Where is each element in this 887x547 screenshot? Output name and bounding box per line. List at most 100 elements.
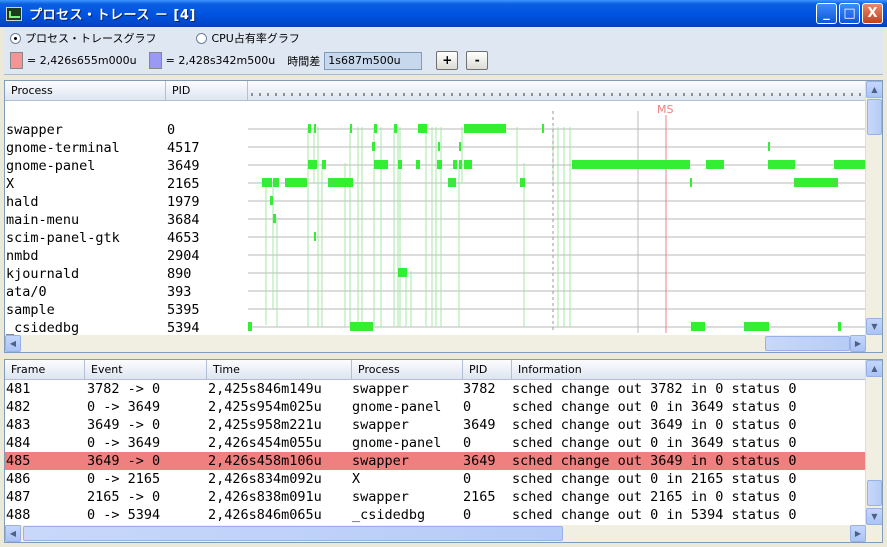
cell-pid: 0 (463, 471, 472, 487)
table-row[interactable]: 482 0 -> 3649 2,425s954m025u gnome-panel 0 sc… (5, 398, 866, 416)
event-horizontal-scrollbar[interactable]: ◀ ▶ (5, 525, 882, 542)
process-row[interactable]: swapper 0 (5, 121, 248, 139)
active-bar (437, 160, 442, 169)
col-header-process-name[interactable]: Process (352, 360, 463, 380)
scroll-down-icon[interactable]: ▼ (866, 508, 882, 525)
col-header-process[interactable]: Process (5, 81, 166, 101)
active-bar (768, 142, 770, 151)
active-bar (416, 160, 420, 169)
table-row[interactable]: 487 2165 -> 0 2,426s838m091u swapper 2165 sch… (5, 488, 866, 506)
zoom-out-button[interactable]: - (466, 51, 489, 70)
active-bar (464, 124, 504, 133)
close-button[interactable]: X (862, 3, 883, 24)
cursor2-time: = 2,428s342m500u (165, 54, 276, 67)
time-diff-label: 時間差 (287, 54, 321, 68)
cell-info: sched change out 0 in 3649 status 0 (512, 399, 797, 415)
cell-event: 2165 -> 0 (87, 489, 161, 505)
table-row[interactable]: 485 3649 -> 0 2,426s458m106u swapper 3649 sch… (5, 452, 866, 470)
cell-frame: 482 (6, 399, 31, 415)
active-bar (520, 178, 525, 187)
cell-event: 3649 -> 0 (87, 453, 161, 469)
cursor-marker-label: MS (657, 103, 673, 116)
active-bar (398, 268, 407, 277)
process-name: gnome-terminal (6, 140, 120, 156)
process-row[interactable]: main-menu 3684 (5, 211, 248, 229)
process-row[interactable]: kjournald 890 (5, 265, 248, 283)
col-header-time[interactable]: Time (207, 360, 352, 380)
table-row[interactable]: 481 3782 -> 0 2,425s846m149u swapper 3782 sch… (5, 380, 866, 398)
timeline-ruler[interactable] (248, 81, 865, 101)
col-header-frame[interactable]: Frame (5, 360, 85, 380)
col-header-pid[interactable]: PID (166, 81, 248, 101)
trace-timeline[interactable]: MS (248, 101, 865, 333)
trace-hscroll-thumb[interactable] (765, 336, 850, 351)
active-bar (794, 178, 838, 187)
cell-frame: 481 (6, 381, 31, 397)
active-bar (314, 124, 316, 133)
trace-vscroll-thumb[interactable] (867, 99, 882, 135)
scroll-right-icon[interactable]: ▶ (850, 525, 866, 542)
active-bar (768, 160, 795, 169)
process-row[interactable]: hald 1979 (5, 193, 248, 211)
cell-time: 2,426s834m092u (208, 471, 322, 487)
event-hscroll-thumb[interactable] (23, 526, 563, 541)
process-pid: 3684 (167, 212, 200, 228)
cell-process: gnome-panel (352, 399, 442, 415)
process-name: hald (6, 194, 39, 210)
process-row[interactable]: gnome-terminal 4517 (5, 139, 248, 157)
event-vertical-scrollbar[interactable]: ▲ ▼ (865, 360, 882, 525)
event-table: Frame Event Time Process PID Information… (4, 359, 883, 543)
minimize-button[interactable]: _ (816, 3, 837, 24)
scroll-right-icon[interactable]: ▶ (850, 335, 866, 352)
event-vscroll-thumb[interactable] (867, 480, 882, 506)
radio-selected-icon (10, 32, 21, 44)
cell-process: swapper (352, 489, 409, 505)
active-bar (308, 160, 317, 169)
active-bar (744, 322, 769, 331)
table-row[interactable]: 486 0 -> 2165 2,426s834m092u X 0 sched change… (5, 470, 866, 488)
active-bar (459, 160, 462, 169)
process-row[interactable]: nmbd 2904 (5, 247, 248, 265)
process-row[interactable]: X 2165 (5, 175, 248, 193)
table-row[interactable]: 488 0 -> 5394 2,426s846m065u _csidedbg 0 sche… (5, 506, 866, 524)
cell-event: 0 -> 2165 (87, 471, 161, 487)
maximize-button[interactable]: □ (839, 3, 860, 24)
trace-vertical-scrollbar[interactable]: ▲ ▼ (865, 81, 882, 335)
process-pid: 5395 (167, 302, 200, 318)
process-name: nmbd (6, 248, 39, 264)
process-name: gnome-panel (6, 158, 96, 174)
scroll-up-icon[interactable]: ▲ (866, 81, 882, 98)
active-bar (838, 322, 841, 331)
radio-process-trace[interactable]: プロセス・トレースグラフ (10, 30, 156, 46)
cell-time: 2,426s454m055u (208, 435, 322, 451)
table-row[interactable]: 483 3649 -> 0 2,425s958m221u swapper 3649 sch… (5, 416, 866, 434)
cell-time: 2,425s846m149u (208, 381, 322, 397)
col-header-information[interactable]: Information (512, 360, 866, 380)
cursor2-swatch[interactable] (148, 52, 162, 69)
radio-cpu-usage-label: CPU占有率グラフ (211, 32, 300, 45)
process-row[interactable]: gnome-panel 3649 (5, 157, 248, 175)
process-row[interactable]: ata/0 393 (5, 283, 248, 301)
active-bar (273, 178, 279, 187)
scroll-left-icon[interactable]: ◀ (5, 335, 21, 352)
cell-frame: 485 (6, 453, 31, 469)
table-row[interactable]: 484 0 -> 3649 2,426s454m055u gnome-panel 0 sc… (5, 434, 866, 452)
scroll-left-icon[interactable]: ◀ (5, 525, 21, 542)
process-row[interactable]: sample 5395 (5, 301, 248, 319)
process-row[interactable]: scim-panel-gtk 4653 (5, 229, 248, 247)
active-bar (328, 178, 353, 187)
col-header-event[interactable]: Event (85, 360, 207, 380)
active-bar (453, 160, 457, 169)
zoom-in-button[interactable]: + (436, 51, 459, 70)
radio-cpu-usage[interactable]: CPU占有率グラフ (196, 30, 300, 46)
scroll-up-icon[interactable]: ▲ (866, 360, 882, 377)
cell-pid: 2165 (463, 489, 496, 505)
cell-process: swapper (352, 453, 409, 469)
col-header-event-pid[interactable]: PID (463, 360, 512, 380)
process-pid: 4653 (167, 230, 200, 246)
process-pid: 0 (167, 122, 176, 138)
cursor1-swatch[interactable] (10, 52, 23, 69)
trace-horizontal-scrollbar[interactable]: ◀ ▶ (5, 335, 882, 352)
cell-time: 2,426s846m065u (208, 507, 322, 523)
scroll-down-icon[interactable]: ▼ (866, 318, 882, 335)
